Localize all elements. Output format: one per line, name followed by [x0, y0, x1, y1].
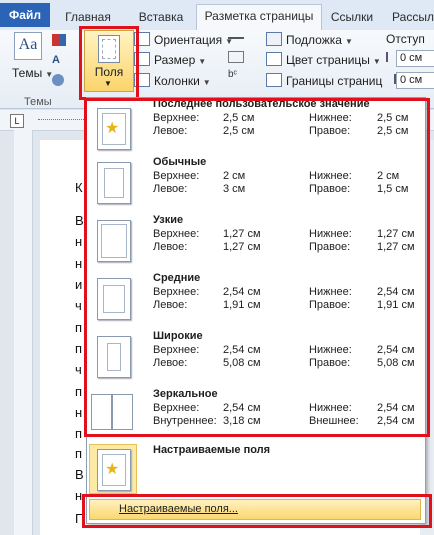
vertical-ruler	[14, 130, 33, 535]
doc-text: п	[75, 341, 83, 356]
indent-left-icon	[386, 52, 396, 62]
themes-group-label: Темы	[24, 96, 52, 108]
custom-preset-bg: ★	[89, 444, 137, 494]
ruler-ticks	[38, 119, 86, 120]
ribbon-tab-bar: Файл Главная Вставка Разметка страницы С…	[0, 0, 434, 31]
doc-text: н	[75, 234, 83, 249]
theme-colors-icon[interactable]	[52, 34, 66, 46]
doc-text: К	[75, 180, 83, 195]
doc-text: п	[75, 426, 83, 441]
tab-selector-icon[interactable]: L	[10, 114, 24, 128]
page-borders-label: Границы страниц	[286, 74, 383, 88]
doc-text: п	[75, 384, 83, 399]
themes-label: Темы	[12, 66, 43, 80]
page-color-button[interactable]: Цвет страницы ▼	[266, 52, 381, 67]
chevron-down-icon: ▼	[372, 57, 381, 66]
watermark-button[interactable]: Подложка ▼	[266, 32, 353, 47]
tab-mailings[interactable]: Рассыл	[388, 6, 434, 28]
size-button[interactable]: Размер ▼	[134, 52, 206, 67]
columns-button[interactable]: Колонки ▼	[134, 73, 211, 88]
watermark-label: Подложка	[286, 33, 342, 47]
page-borders-icon	[266, 73, 282, 87]
margins-highlight	[79, 26, 139, 100]
tab-references[interactable]: Ссылки	[326, 6, 378, 28]
orientation-button[interactable]: Ориентация ▼	[134, 32, 233, 47]
indent-right-icon	[386, 74, 396, 84]
doc-text: и	[75, 277, 83, 292]
columns-label: Колонки	[154, 74, 200, 88]
doc-text: ч	[75, 298, 82, 313]
orientation-label: Ориентация	[154, 33, 223, 47]
indent-right-field[interactable]: 0 см	[396, 72, 434, 89]
watermark-icon	[266, 32, 282, 46]
tab-page-layout[interactable]: Разметка страницы	[196, 4, 322, 31]
indent-label: Отступ	[386, 32, 425, 46]
doc-text: В	[75, 213, 84, 228]
themes-button[interactable]: Темы ▼	[12, 66, 53, 80]
indent-left-field[interactable]: 0 см	[396, 50, 434, 67]
tab-file[interactable]: Файл	[0, 3, 50, 27]
doc-text: В	[75, 467, 84, 482]
themes-icon[interactable]: Aa	[14, 32, 42, 60]
presets-highlight	[84, 98, 430, 437]
page-color-icon	[266, 52, 282, 66]
doc-text: н	[75, 405, 83, 420]
chevron-down-icon: ▼	[198, 57, 207, 66]
margin-preset-custom[interactable]: ★ Настраиваемые поля	[87, 442, 425, 494]
chevron-down-icon: ▼	[344, 37, 353, 46]
doc-text: п	[75, 446, 83, 461]
doc-text: н	[75, 256, 83, 271]
custom-margins-highlight	[82, 494, 432, 528]
theme-fonts-icon[interactable]: A	[52, 54, 66, 66]
tab-home[interactable]: Главная	[58, 6, 118, 28]
size-label: Размер	[154, 53, 196, 67]
theme-effects-icon[interactable]	[52, 74, 64, 86]
tab-insert[interactable]: Вставка	[130, 6, 192, 28]
page-borders-button[interactable]: Границы страниц	[266, 73, 382, 88]
doc-text: ч	[75, 362, 82, 377]
page-color-label: Цвет страницы	[286, 53, 370, 67]
preset-title: Настраиваемые поля	[153, 444, 271, 456]
chevron-down-icon: ▼	[202, 78, 211, 87]
doc-text: п	[75, 320, 83, 335]
star-page-icon: ★	[97, 449, 131, 491]
breaks-icons[interactable]: bᶜ	[228, 34, 244, 84]
